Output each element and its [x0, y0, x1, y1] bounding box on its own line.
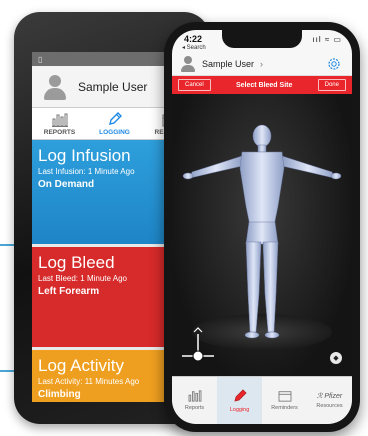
- tab-label: Logging: [229, 407, 250, 413]
- calendar-icon: [278, 391, 291, 402]
- sim-icon: ▯: [38, 54, 43, 64]
- avatar: [42, 74, 68, 100]
- rotate-control-icon[interactable]: [180, 326, 216, 366]
- composite-image: ▯ ▂▄▆ ▮ Sample User ❯ REPORTS LOGGING: [0, 0, 368, 436]
- gear-icon[interactable]: [326, 56, 342, 72]
- tab-label: Reports: [184, 405, 205, 411]
- user-name: Sample User: [78, 79, 148, 94]
- tab-reports[interactable]: Reports: [172, 377, 217, 424]
- clock: 4:22: [184, 34, 203, 44]
- bar-title: Select Bleed Site: [235, 81, 293, 89]
- iphone: 4:22 ◂ Search ııl ≈ ▭ Sample User › Canc…: [164, 22, 360, 432]
- cancel-button[interactable]: Cancel: [178, 79, 211, 91]
- tab-reports[interactable]: REPORTS: [32, 108, 87, 139]
- notch: [222, 30, 302, 48]
- tab-label: Reminders: [271, 405, 298, 411]
- iphone-screen: 4:22 ◂ Search ııl ≈ ▭ Sample User › Canc…: [172, 30, 352, 424]
- avatar: [180, 55, 196, 72]
- chevron-right-icon: ›: [260, 58, 264, 69]
- back-to-search-link[interactable]: ◂ Search: [182, 44, 206, 51]
- body-model-view[interactable]: ◆: [172, 94, 352, 376]
- pencil-icon: [108, 112, 122, 125]
- ios-user-header[interactable]: Sample User ›: [172, 52, 352, 76]
- wifi-battery-icon: ııl ≈ ▭: [312, 35, 342, 44]
- tab-logging[interactable]: Logging: [217, 377, 262, 424]
- ios-tab-bar: Reports Logging Reminders ℛ Pfizer Resou…: [172, 376, 352, 424]
- reset-view-button[interactable]: ◆: [330, 352, 342, 364]
- tab-resources[interactable]: ℛ Pfizer Resources: [307, 377, 352, 424]
- tab-logging[interactable]: LOGGING: [87, 108, 142, 139]
- tab-label: REPORTS: [43, 129, 76, 136]
- user-name: Sample User: [202, 58, 255, 69]
- done-button[interactable]: Done: [317, 79, 346, 91]
- bar-chart-icon: [188, 390, 201, 402]
- bar-chart-icon: [51, 113, 68, 127]
- select-bleed-site-bar: Cancel Select Bleed Site Done: [172, 76, 352, 94]
- tab-reminders[interactable]: Reminders: [262, 377, 307, 424]
- tab-label: Resources: [316, 403, 343, 409]
- pfizer-logo-icon: ℛ Pfizer: [316, 393, 343, 400]
- tab-label: LOGGING: [99, 129, 130, 136]
- pencil-icon: [233, 389, 247, 402]
